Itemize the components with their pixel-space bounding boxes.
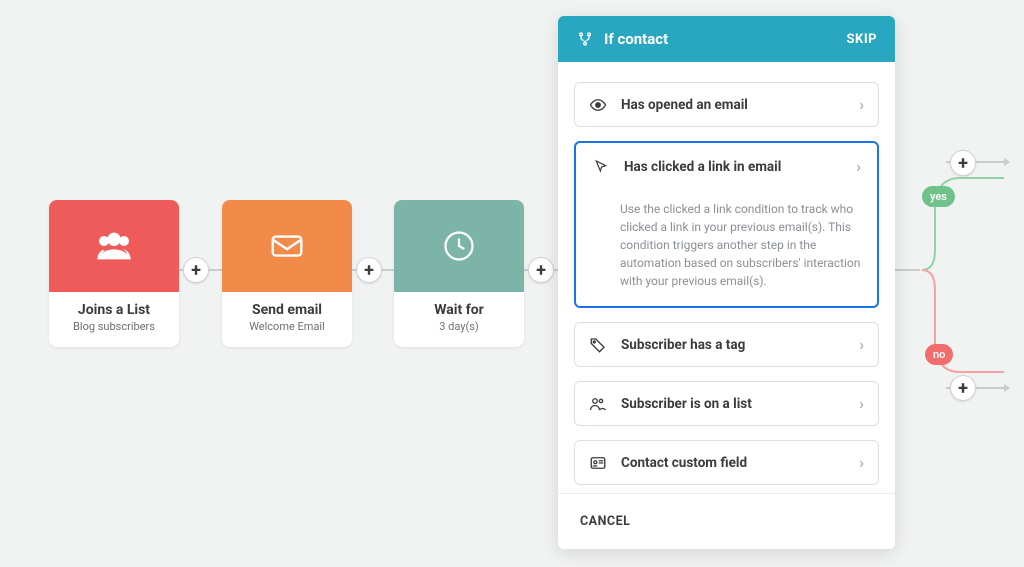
option-title: Contact custom field (621, 455, 845, 471)
add-step-button[interactable]: + (356, 257, 382, 283)
option-title: Subscriber is on a list (621, 396, 845, 412)
option-opened-email[interactable]: Has opened an email › (574, 82, 879, 127)
add-step-button[interactable]: + (183, 257, 209, 283)
option-custom-field[interactable]: Contact custom field › (574, 440, 879, 485)
users-list-icon (589, 395, 607, 413)
card-title: Send email (228, 302, 346, 318)
eye-icon (589, 96, 607, 114)
add-step-button[interactable]: + (950, 150, 976, 176)
tag-icon (589, 336, 607, 354)
add-step-button[interactable]: + (950, 375, 976, 401)
option-title: Has clicked a link in email (624, 159, 842, 175)
add-step-button[interactable]: + (528, 257, 554, 283)
card-title: Joins a List (55, 302, 173, 318)
cursor-icon (592, 158, 610, 176)
option-clicked-link[interactable]: Has clicked a link in email › Use the cl… (574, 141, 879, 308)
step-card-wait-for[interactable]: Wait for 3 day(s) (394, 200, 524, 347)
branch-icon (576, 30, 594, 48)
chevron-right-icon: › (859, 453, 864, 472)
chevron-right-icon: › (856, 157, 861, 176)
chevron-right-icon: › (859, 394, 864, 413)
option-description: Use the clicked a link condition to trac… (592, 200, 861, 290)
card-icon-area (49, 200, 179, 292)
cancel-button[interactable]: CANCEL (558, 493, 895, 549)
condition-panel: If contact SKIP Has opened an email › Ha… (558, 16, 895, 549)
arrowhead-icon (1004, 384, 1010, 392)
card-icon (589, 454, 607, 472)
option-has-tag[interactable]: Subscriber has a tag › (574, 322, 879, 367)
panel-title: If contact (604, 30, 847, 48)
card-icon-area (394, 200, 524, 292)
card-title: Wait for (400, 302, 518, 318)
option-title: Has opened an email (621, 97, 845, 113)
step-card-joins-list[interactable]: Joins a List Blog subscribers (49, 200, 179, 347)
card-icon-area (222, 200, 352, 292)
arrowhead-icon (1004, 158, 1010, 166)
card-subtitle: Blog subscribers (55, 320, 173, 333)
mail-icon (267, 226, 307, 266)
card-subtitle: 3 day(s) (400, 320, 518, 333)
users-icon (94, 226, 134, 266)
clock-icon (439, 226, 479, 266)
chevron-right-icon: › (859, 335, 864, 354)
branch-no-label: no (925, 344, 953, 365)
panel-body: Has opened an email › Has clicked a link… (558, 62, 895, 493)
card-subtitle: Welcome Email (228, 320, 346, 333)
option-title: Subscriber has a tag (621, 337, 845, 353)
panel-header: If contact SKIP (558, 16, 895, 62)
skip-button[interactable]: SKIP (847, 32, 877, 47)
branch-yes-label: yes (922, 186, 955, 207)
option-on-list[interactable]: Subscriber is on a list › (574, 381, 879, 426)
step-card-send-email[interactable]: Send email Welcome Email (222, 200, 352, 347)
chevron-right-icon: › (859, 95, 864, 114)
